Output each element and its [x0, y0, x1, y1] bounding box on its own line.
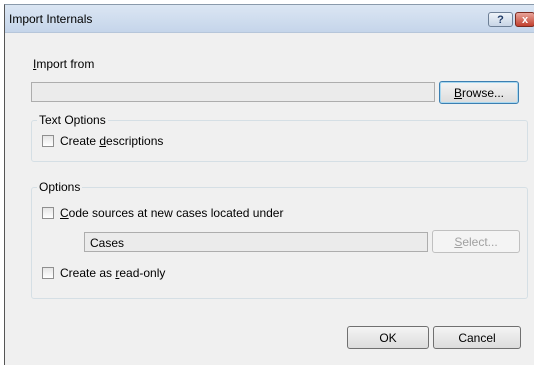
cases-field[interactable]: Cases — [84, 232, 428, 252]
create-descriptions-option[interactable]: Create descriptions — [42, 134, 163, 148]
text-options-group: Text Options Create descriptions — [31, 113, 528, 162]
options-title: Options — [37, 180, 83, 194]
import-path-field[interactable] — [31, 82, 435, 102]
code-sources-checkbox[interactable] — [42, 207, 54, 219]
import-internals-dialog: Import Internals ? x Import from Browse.… — [4, 4, 534, 365]
select-button[interactable]: Select... — [432, 230, 520, 253]
title-bar: Import Internals ? x — [5, 5, 534, 33]
code-sources-option[interactable]: Code sources at new cases located under — [42, 206, 283, 220]
read-only-checkbox[interactable] — [42, 267, 54, 279]
close-button[interactable]: x — [515, 12, 534, 27]
help-icon: ? — [497, 13, 504, 26]
ok-button[interactable]: OK — [347, 326, 429, 349]
browse-button[interactable]: Browse... — [439, 81, 519, 104]
read-only-label: Create as read-only — [60, 266, 166, 280]
dialog-title: Import Internals — [9, 12, 93, 26]
help-button[interactable]: ? — [488, 12, 513, 27]
code-sources-label: Code sources at new cases located under — [60, 206, 284, 220]
text-options-title: Text Options — [37, 113, 108, 127]
import-from-label: Import from — [33, 57, 95, 71]
create-descriptions-label: Create descriptions — [60, 134, 164, 148]
create-descriptions-checkbox[interactable] — [42, 135, 54, 147]
options-group: Options Code sources at new cases locate… — [31, 180, 528, 299]
close-icon: x — [521, 13, 529, 26]
cancel-button[interactable]: Cancel — [433, 326, 521, 349]
read-only-option[interactable]: Create as read-only — [42, 266, 165, 280]
